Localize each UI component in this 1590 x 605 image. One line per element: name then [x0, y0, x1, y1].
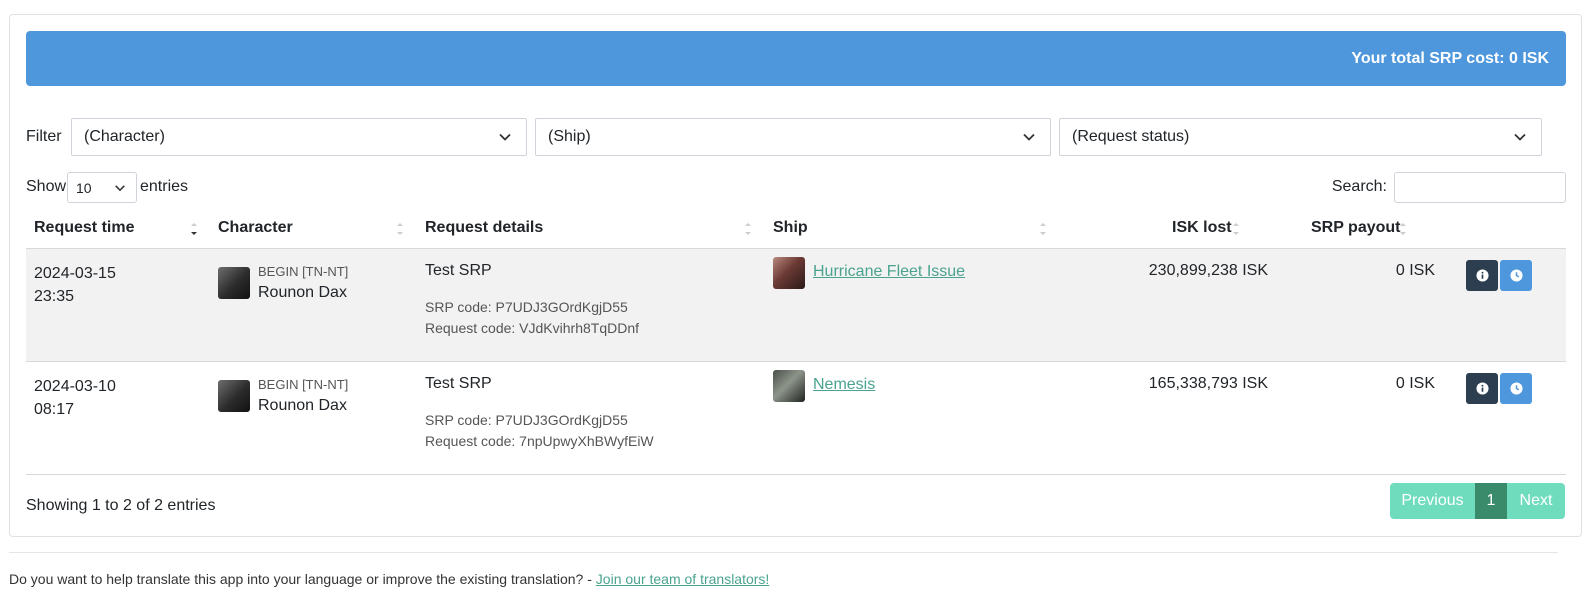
character-avatar [218, 267, 250, 299]
search-input[interactable] [1394, 172, 1566, 203]
column-header-ship[interactable]: Ship [773, 219, 808, 237]
request-code: Request code: VJdKvihrh8TqDDnf [425, 320, 639, 336]
request-time-cell: 2024-03-15 23:35 [34, 262, 116, 308]
table-header: Request time Character Request details S… [26, 212, 1566, 249]
request-code: Request code: 7npUpwyXhBWyfEiW [425, 433, 654, 449]
divider [9, 552, 1558, 553]
translation-note-text: Do you want to help translate this app i… [9, 571, 596, 587]
ship-filter-select[interactable]: (Ship) [535, 118, 1051, 156]
info-icon [1475, 382, 1489, 395]
pagination: Previous 1 Next [1390, 483, 1565, 519]
request-clock-time: 08:17 [34, 401, 75, 418]
request-status-filter-select[interactable]: (Request status) [1059, 118, 1542, 156]
show-label: Show [26, 178, 67, 195]
srp-payout-value: 0 ISK [1395, 375, 1435, 392]
character-corporation: BEGIN [TN-NT] [258, 377, 349, 392]
sort-icon [1400, 223, 1406, 235]
translators-link[interactable]: Join our team of translators! [596, 571, 770, 587]
character-name: Rounon Dax [258, 397, 347, 414]
ship-icon [773, 257, 805, 289]
request-clock-time: 23:35 [34, 288, 75, 305]
srp-payout-value: 0 ISK [1395, 262, 1435, 279]
request-date: 2024-03-15 [34, 265, 116, 282]
column-header-request-details[interactable]: Request details [425, 219, 543, 237]
column-header-isk-lost[interactable]: ISK lost [1172, 219, 1232, 237]
clock-icon [1509, 269, 1523, 282]
column-header-request-time[interactable]: Request time [34, 219, 134, 237]
table-row: 2024-03-15 23:35 BEGIN [TN-NT] Rounon Da… [26, 249, 1566, 362]
srp-requests-card: Your total SRP cost: 0 ISK Filter (Chara… [9, 14, 1582, 537]
history-button[interactable] [1500, 260, 1532, 291]
ship-link[interactable]: Hurricane Fleet Issue [813, 263, 965, 281]
srp-code: SRP code: P7UDJ3GOrdKgjD55 [425, 412, 628, 428]
info-button[interactable] [1466, 260, 1498, 291]
filter-label: Filter [26, 128, 62, 145]
table-controls: Show 10 entries Search: [26, 172, 1566, 204]
total-srp-cost-banner: Your total SRP cost: 0 ISK [26, 31, 1566, 86]
request-status-filter-value: (Request status) [1072, 128, 1190, 145]
sort-icon [397, 223, 403, 235]
history-button[interactable] [1500, 373, 1532, 404]
request-time-cell: 2024-03-10 08:17 [34, 375, 116, 421]
request-date: 2024-03-10 [34, 378, 116, 395]
chevron-down-icon [1514, 133, 1526, 141]
sort-descending-icon [191, 223, 197, 235]
clock-icon [1509, 382, 1523, 395]
page-1-button[interactable]: 1 [1475, 483, 1507, 519]
entries-per-page-select[interactable]: 10 [67, 172, 137, 203]
entries-per-page-value: 10 [76, 179, 92, 196]
ship-icon [773, 370, 805, 402]
info-icon [1475, 269, 1489, 282]
character-filter-value: (Character) [84, 128, 165, 145]
column-header-srp-payout[interactable]: SRP payout [1311, 219, 1401, 237]
sort-icon [745, 223, 751, 235]
chevron-down-icon [115, 185, 125, 192]
isk-lost-value: 230,899,238 ISK [1148, 262, 1268, 279]
ship-link[interactable]: Nemesis [813, 376, 875, 394]
ship-filter-value: (Ship) [548, 128, 591, 145]
character-filter-select[interactable]: (Character) [71, 118, 527, 156]
character-corporation: BEGIN [TN-NT] [258, 264, 349, 279]
isk-lost-value: 165,338,793 ISK [1148, 375, 1268, 392]
srp-code: SRP code: P7UDJ3GOrdKgjD55 [425, 299, 628, 315]
chevron-down-icon [1023, 133, 1035, 141]
character-avatar [218, 380, 250, 412]
table-info: Showing 1 to 2 of 2 entries [26, 497, 216, 514]
entries-label: entries [140, 178, 189, 195]
character-name: Rounon Dax [258, 284, 347, 301]
column-header-character[interactable]: Character [218, 219, 293, 237]
filter-row: Filter (Character) (Ship) (Request statu… [26, 118, 1566, 156]
previous-page-button[interactable]: Previous [1390, 483, 1475, 519]
translation-note: Do you want to help translate this app i… [9, 571, 769, 587]
request-title: Test SRP [425, 262, 492, 279]
table-row: 2024-03-10 08:17 BEGIN [TN-NT] Rounon Da… [26, 362, 1566, 475]
search-label: Search: [1331, 178, 1387, 195]
request-title: Test SRP [425, 375, 492, 392]
next-page-button[interactable]: Next [1507, 483, 1565, 519]
sort-icon [1233, 223, 1239, 235]
info-button[interactable] [1466, 373, 1498, 404]
total-srp-cost-text: Your total SRP cost: 0 ISK [1351, 49, 1549, 67]
sort-icon [1040, 223, 1046, 235]
chevron-down-icon [499, 133, 511, 141]
